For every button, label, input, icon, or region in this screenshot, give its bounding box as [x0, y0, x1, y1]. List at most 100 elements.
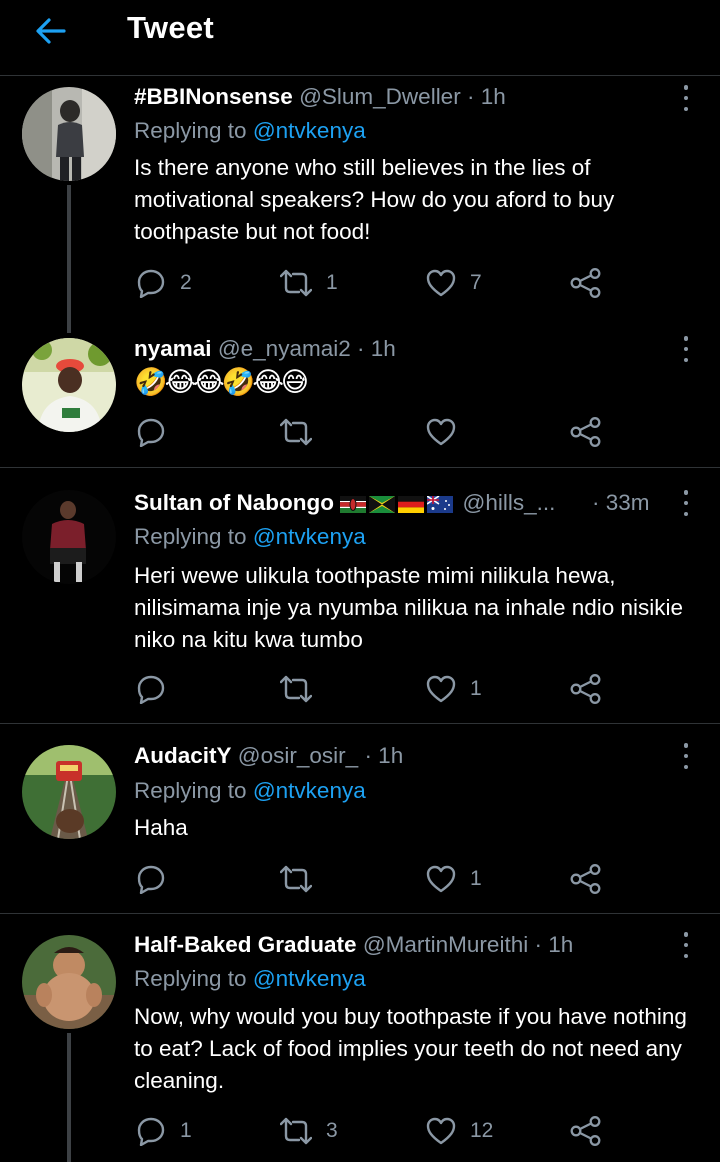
more-icon: [683, 932, 689, 937]
page-title: Tweet: [127, 10, 215, 45]
germany-flag-icon: [398, 495, 425, 513]
replying-to: Replying to @ntvkenya: [134, 116, 366, 146]
share-icon: [570, 1116, 601, 1146]
avatar[interactable]: [22, 87, 116, 181]
replying-label: Replying to: [134, 778, 253, 803]
retweet-button[interactable]: [280, 862, 326, 896]
reply-button[interactable]: 1: [136, 1114, 192, 1148]
reply-button[interactable]: [136, 862, 180, 896]
avatar[interactable]: [22, 338, 116, 432]
like-button[interactable]: 12: [426, 1114, 493, 1148]
share-button[interactable]: [570, 862, 602, 896]
share-button[interactable]: [570, 266, 602, 300]
share-button[interactable]: [570, 672, 602, 706]
more-button[interactable]: [680, 743, 692, 769]
timestamp[interactable]: · 1h: [364, 743, 403, 768]
like-button[interactable]: [426, 415, 470, 449]
handle[interactable]: @MartinMureithi: [363, 932, 528, 957]
tweet-text: Now, why would you buy toothpaste if you…: [134, 1004, 687, 1093]
more-button[interactable]: [680, 85, 692, 111]
retweet-icon: [280, 675, 312, 703]
more-icon: [683, 85, 689, 90]
display-name[interactable]: AudacitY: [134, 743, 232, 768]
retweet-icon: [280, 418, 312, 446]
more-icon: [683, 336, 689, 341]
retweet-button[interactable]: 3: [280, 1114, 338, 1148]
timestamp[interactable]: · 1h: [534, 932, 573, 957]
like-button[interactable]: 1: [426, 672, 482, 706]
more-button[interactable]: [680, 336, 692, 362]
avatar[interactable]: [22, 490, 116, 584]
thread-line: [67, 185, 71, 333]
display-name[interactable]: Half-Baked Graduate: [134, 932, 357, 957]
like-icon: [426, 1117, 456, 1145]
retweet-count: 1: [326, 271, 338, 294]
reply-button[interactable]: 2: [136, 266, 192, 300]
reply-icon: [137, 675, 165, 704]
share-icon: [570, 268, 601, 298]
tweet-actions: 2 1 7: [134, 266, 614, 300]
mention-link[interactable]: @ntvkenya: [253, 524, 366, 549]
avatar[interactable]: [22, 935, 116, 1029]
retweet-icon: [280, 269, 312, 297]
timestamp[interactable]: · 1h: [357, 336, 396, 361]
like-button[interactable]: 1: [426, 862, 482, 896]
tweet-actions: [134, 415, 614, 449]
back-button[interactable]: [30, 14, 70, 48]
more-button[interactable]: [680, 490, 692, 516]
reply-icon: [137, 269, 165, 298]
share-button[interactable]: [570, 415, 602, 449]
handle[interactable]: @hills_...: [463, 490, 556, 515]
like-icon: [426, 675, 456, 703]
reply-count: 1: [180, 1119, 192, 1142]
retweet-icon: [280, 1117, 312, 1145]
divider: [0, 467, 720, 468]
replying-to: Replying to @ntvkenya: [134, 964, 366, 994]
timestamp[interactable]: · 33m: [592, 488, 650, 518]
like-icon: [426, 865, 456, 893]
more-button[interactable]: [680, 932, 692, 958]
reply-button[interactable]: [136, 672, 180, 706]
retweet-button[interactable]: 1: [280, 266, 338, 300]
like-count: 1: [470, 867, 482, 890]
top-bar: Tweet: [0, 0, 720, 76]
handle[interactable]: @Slum_Dweller: [299, 84, 461, 109]
share-icon: [570, 417, 601, 447]
australia-flag-icon: [427, 495, 454, 513]
replying-to: Replying to @ntvkenya: [134, 522, 366, 552]
retweet-button[interactable]: [280, 415, 326, 449]
reply-icon: [137, 1117, 165, 1146]
display-name[interactable]: #BBINonsense: [134, 84, 293, 109]
replying-label: Replying to: [134, 524, 253, 549]
like-icon: [426, 418, 456, 446]
retweet-button[interactable]: [280, 672, 326, 706]
share-icon: [570, 864, 601, 894]
tweet-header: nyamai @e_nyamai2 · 1h: [134, 334, 660, 364]
avatar[interactable]: [22, 745, 116, 839]
timestamp[interactable]: · 1h: [467, 84, 506, 109]
display-name[interactable]: Sultan of Nabongo: [134, 490, 334, 515]
tweet-actions: 1 3 12: [134, 1114, 614, 1148]
like-count: 1: [470, 677, 482, 700]
more-icon: [683, 490, 689, 495]
reply-button[interactable]: [136, 415, 180, 449]
reply-icon: [137, 865, 165, 894]
display-name[interactable]: nyamai: [134, 336, 212, 361]
handle[interactable]: @osir_osir_: [238, 743, 358, 768]
mention-link[interactable]: @ntvkenya: [253, 118, 366, 143]
mention-link[interactable]: @ntvkenya: [253, 966, 366, 991]
kenya-flag-icon: [340, 495, 367, 513]
share-button[interactable]: [570, 1114, 602, 1148]
tweet-text: 🤣😂😂🤣😂😅: [134, 367, 309, 397]
mention-link[interactable]: @ntvkenya: [253, 778, 366, 803]
tweet-header: Sultan of Nabongo @hills_...: [134, 488, 660, 518]
tweet-actions: 1: [134, 862, 614, 896]
tweet-actions: 1: [134, 672, 614, 706]
replying-label: Replying to: [134, 966, 253, 991]
like-button[interactable]: 7: [426, 266, 482, 300]
share-icon: [570, 674, 601, 704]
reply-icon: [137, 418, 165, 447]
handle[interactable]: @e_nyamai2: [218, 336, 351, 361]
divider: [0, 913, 720, 914]
tweet-text: Haha: [134, 815, 188, 840]
